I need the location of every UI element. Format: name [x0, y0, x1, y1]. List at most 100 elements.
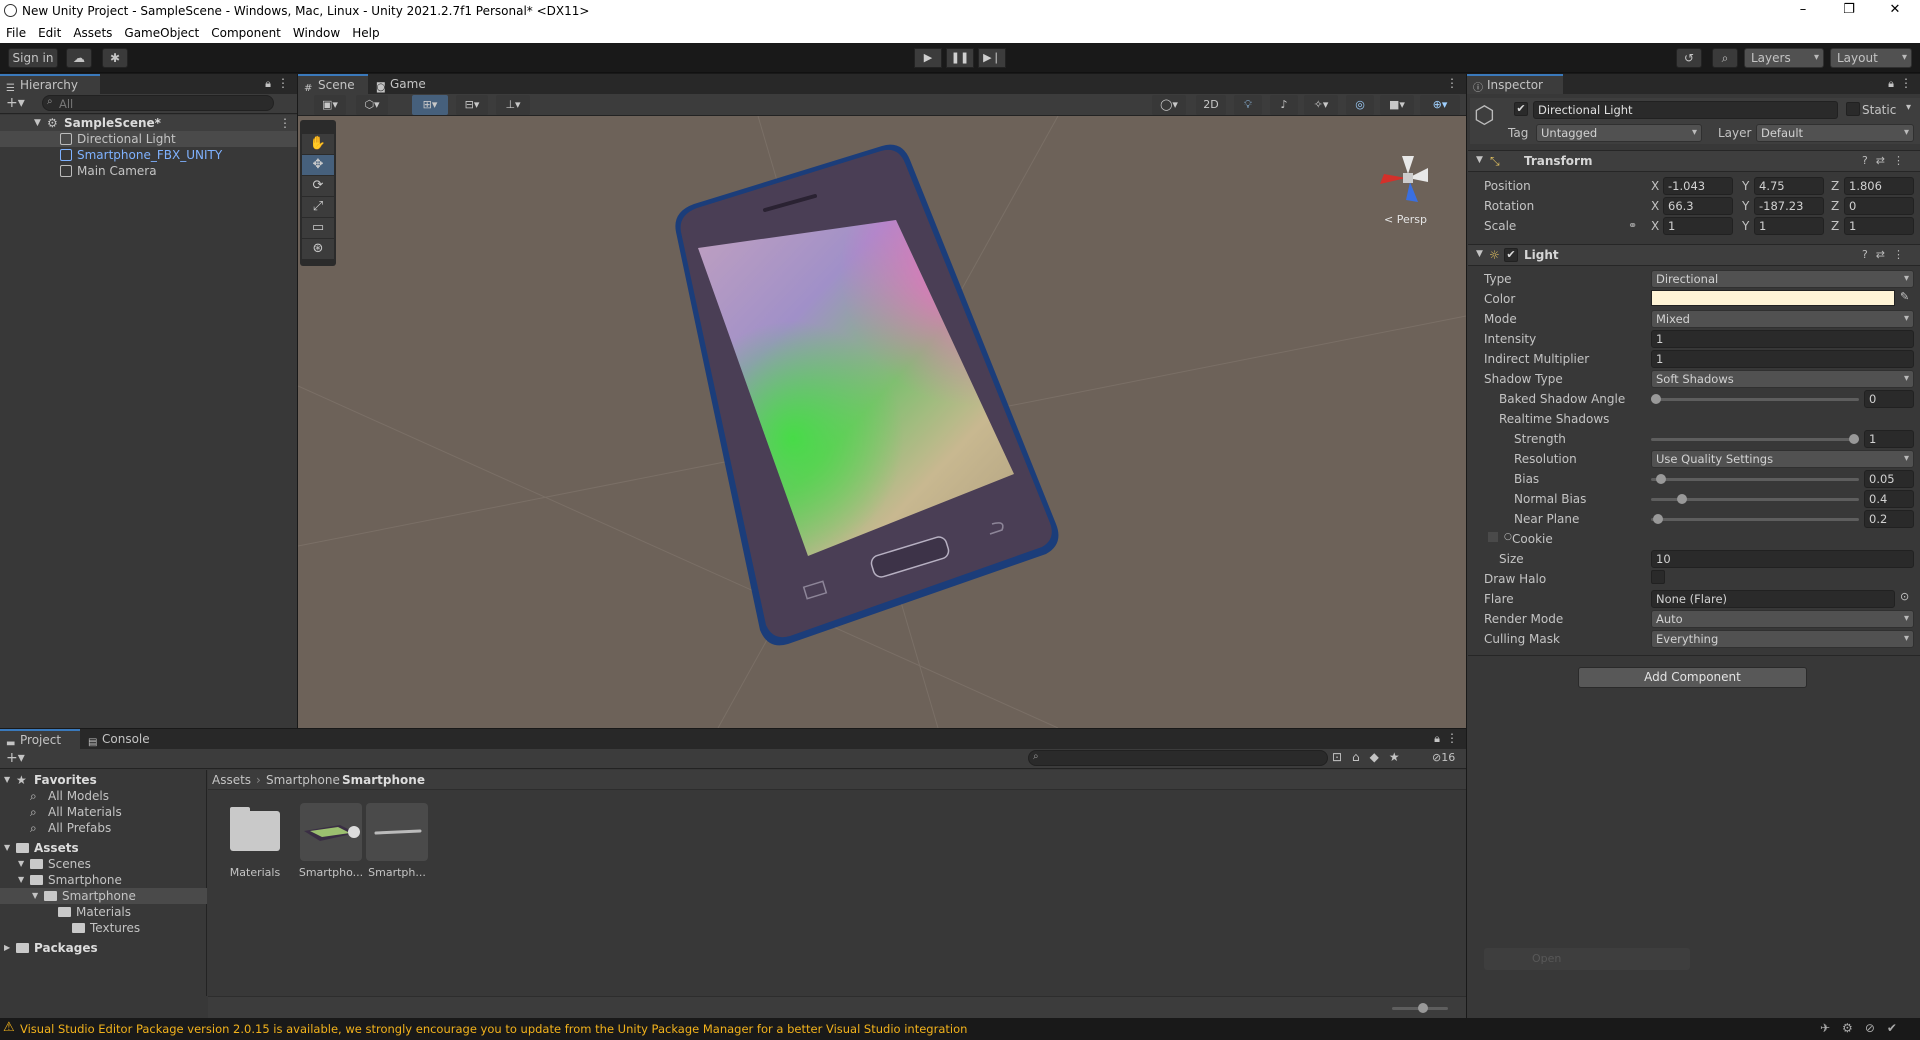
hierarchy-item-directional-light[interactable]: Directional Light [0, 131, 297, 147]
layer-dropdown[interactable]: Default [1756, 124, 1914, 142]
layers-dropdown[interactable]: Layers [1744, 48, 1824, 68]
position-x-field[interactable]: -1.043 [1663, 177, 1733, 195]
position-z-field[interactable]: 1.806 [1844, 177, 1914, 195]
more-icon[interactable]: ⋮ [1446, 76, 1458, 90]
collab-icon[interactable]: ✱ [102, 48, 128, 68]
scene-row[interactable]: ▼ ⚙ SampleScene* ⋮ [0, 115, 297, 131]
menu-window[interactable]: Window [287, 26, 346, 40]
object-picker-icon[interactable]: ⊙ [1900, 590, 1909, 603]
object-name-field[interactable]: Directional Light [1533, 101, 1838, 119]
project-tree-item[interactable]: ▼ Smartphone [0, 888, 207, 904]
menu-assets[interactable]: Assets [67, 26, 118, 40]
intensity-field[interactable]: 1 [1651, 330, 1914, 348]
tab-hierarchy[interactable]: ☰ Hierarchy [0, 74, 100, 94]
cloud-icon[interactable]: ☁ [66, 48, 92, 68]
project-tree-item[interactable]: Materials [0, 904, 207, 920]
tab-scene[interactable]: # Scene [298, 74, 368, 94]
history-icon[interactable]: ↺ [1676, 48, 1702, 68]
indirect-multiplier-field[interactable]: 1 [1651, 350, 1914, 368]
minimize-button[interactable]: – [1780, 0, 1826, 22]
asset-materials-folder[interactable] [224, 803, 286, 861]
rotation-x-field[interactable]: 66.3 [1663, 197, 1733, 215]
render-mode-dropdown[interactable]: Auto [1651, 610, 1914, 628]
transform-header[interactable]: ▼ ⤡ Transform ?⇄⋮ [1468, 150, 1920, 172]
strength-field[interactable]: 1 [1864, 430, 1914, 448]
project-tree-item[interactable]: ▼ Smartphone [0, 872, 207, 888]
menu-gameobject[interactable]: GameObject [118, 26, 205, 40]
project-tree-item[interactable]: ▼ Scenes [0, 856, 207, 872]
light-enabled-checkbox[interactable]: ✔ [1504, 248, 1518, 262]
tag-dropdown[interactable]: Untagged [1536, 124, 1702, 142]
near-plane-field[interactable]: 0.2 [1864, 510, 1914, 528]
open-button[interactable]: Open [1484, 948, 1690, 970]
type-dropdown[interactable]: Directional [1651, 270, 1914, 288]
draw-mode-dropdown[interactable]: ▣▾ [314, 95, 346, 115]
eyedropper-icon[interactable]: ✎ [1900, 290, 1909, 303]
grid-snap-button[interactable]: ⊞▾ [412, 95, 448, 115]
breadcrumb-current[interactable]: Smartphone [342, 773, 425, 787]
snap-increment-button[interactable]: ⊟▾ [456, 95, 488, 115]
baked-angle-slider[interactable] [1651, 398, 1859, 401]
component-menu-icons[interactable]: ?⇄⋮ [1862, 154, 1912, 167]
menu-file[interactable]: File [0, 26, 32, 40]
filter-icons[interactable]: ⊡⌂◆★ [1332, 750, 1410, 764]
scene-viewport[interactable] [298, 116, 1466, 728]
shadow-type-dropdown[interactable]: Soft Shadows [1651, 370, 1914, 388]
pause-button[interactable]: ❚❚ [946, 48, 974, 68]
chevron-icon[interactable]: ▼ [32, 888, 38, 904]
project-tree-item[interactable]: ▼ Assets [0, 840, 207, 856]
menu-edit[interactable]: Edit [32, 26, 67, 40]
tab-project[interactable]: ▬ Project [0, 729, 80, 749]
status-icons[interactable]: ✈⚙⊘✔ [1820, 1021, 1909, 1035]
hidden-objects-icon[interactable]: ◎ [1346, 95, 1374, 115]
project-tree-item[interactable]: ▶ Packages [0, 940, 207, 956]
chevron-down-icon[interactable]: ▾ [1906, 102, 1911, 113]
hierarchy-item-main-camera[interactable]: Main Camera [0, 163, 297, 179]
asset-smartphone-mesh[interactable] [366, 803, 428, 861]
project-tree-item[interactable]: Textures [0, 920, 207, 936]
sign-in-button[interactable]: Sign in [8, 48, 58, 68]
project-tree-item[interactable]: ⌕ All Prefabs [0, 820, 207, 836]
bias-slider[interactable] [1651, 478, 1859, 481]
static-checkbox[interactable] [1846, 102, 1860, 116]
render-mode-dropdown[interactable]: ⬡▾ [356, 95, 388, 115]
search-icon[interactable]: ⌕ [1712, 48, 1738, 68]
menu-component[interactable]: Component [205, 26, 287, 40]
asset-smartphone-model[interactable] [300, 803, 362, 861]
culling-mask-dropdown[interactable]: Everything [1651, 630, 1914, 648]
baked-angle-field[interactable]: 0 [1864, 390, 1914, 408]
tab-console[interactable]: ▤ Console [82, 729, 162, 749]
camera-settings-dropdown[interactable]: ■▾ [1380, 95, 1414, 115]
rotate-tool-icon[interactable]: ⟳ [302, 176, 334, 196]
resolution-dropdown[interactable]: Use Quality Settings [1651, 450, 1914, 468]
chevron-icon[interactable]: ▼ [18, 856, 24, 872]
persp-label[interactable]: < Persp [1384, 213, 1427, 226]
flare-field[interactable]: None (Flare) [1651, 590, 1895, 608]
add-component-button[interactable]: Add Component [1578, 667, 1807, 688]
chevron-icon[interactable]: ▼ [4, 772, 10, 788]
scale-tool-icon[interactable]: ⤢ [302, 197, 334, 217]
status-message[interactable]: Visual Studio Editor Package version 2.0… [20, 1022, 967, 1036]
draw-halo-checkbox[interactable] [1651, 570, 1665, 584]
audio-toggle-icon[interactable]: ♪ [1270, 95, 1298, 115]
tab-game[interactable]: ◙ Game [370, 74, 434, 94]
hidden-packages-icon[interactable]: ⊘16 [1432, 751, 1455, 764]
add-icon[interactable]: +▾ [6, 95, 25, 111]
link-icon[interactable]: ⚭ [1628, 219, 1637, 232]
project-search-input[interactable] [1028, 750, 1328, 766]
scale-z-field[interactable]: 1 [1844, 217, 1914, 235]
orientation-gizmo[interactable] [1366, 136, 1450, 220]
lighting-toggle-icon[interactable]: 💡︎ [1234, 95, 1262, 115]
gizmos-dropdown[interactable]: ⊕▾ [1420, 95, 1460, 115]
light-header[interactable]: ▼ ☼ ✔ Light ?⇄⋮ [1468, 244, 1920, 266]
step-button[interactable]: ▶❘ [978, 48, 1006, 68]
lock-icon[interactable]: 🔒︎ [1434, 732, 1440, 746]
chevron-icon[interactable]: ▼ [4, 840, 10, 856]
maximize-button[interactable]: ❐ [1826, 0, 1872, 22]
hand-tool-icon[interactable]: ✋ [302, 134, 334, 154]
ruler-button[interactable]: ⊥▾ [496, 95, 530, 115]
normal-bias-field[interactable]: 0.4 [1864, 490, 1914, 508]
mode-dropdown[interactable]: Mixed [1651, 310, 1914, 328]
more-icon[interactable]: ⋮ [1900, 76, 1912, 90]
project-tree-item[interactable]: ⌕ All Materials [0, 804, 207, 820]
